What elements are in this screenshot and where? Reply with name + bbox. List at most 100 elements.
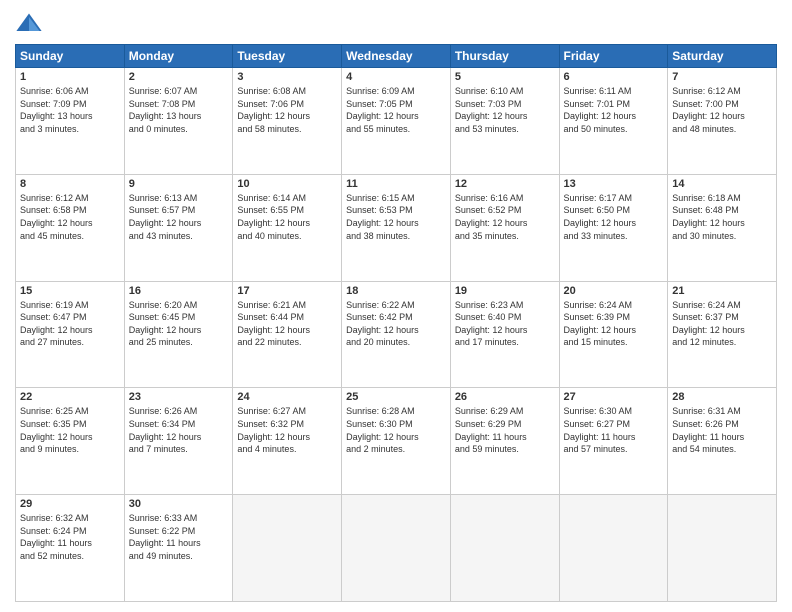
day-cell: 12 Sunrise: 6:16 AMSunset: 6:52 PMDaylig… — [450, 174, 559, 281]
day-cell: 6 Sunrise: 6:11 AMSunset: 7:01 PMDayligh… — [559, 68, 668, 175]
day-info: Sunrise: 6:25 AMSunset: 6:35 PMDaylight:… — [20, 405, 120, 455]
day-number: 12 — [455, 178, 555, 190]
day-info: Sunrise: 6:11 AMSunset: 7:01 PMDaylight:… — [564, 85, 664, 135]
day-cell: 17 Sunrise: 6:21 AMSunset: 6:44 PMDaylig… — [233, 281, 342, 388]
day-number: 4 — [346, 71, 446, 83]
day-number: 7 — [672, 71, 772, 83]
day-cell — [342, 495, 451, 602]
day-cell: 14 Sunrise: 6:18 AMSunset: 6:48 PMDaylig… — [668, 174, 777, 281]
day-number: 11 — [346, 178, 446, 190]
day-info: Sunrise: 6:23 AMSunset: 6:40 PMDaylight:… — [455, 299, 555, 349]
day-cell: 27 Sunrise: 6:30 AMSunset: 6:27 PMDaylig… — [559, 388, 668, 495]
weekday-header-thursday: Thursday — [450, 45, 559, 68]
day-info: Sunrise: 6:31 AMSunset: 6:26 PMDaylight:… — [672, 405, 772, 455]
logo-icon — [15, 10, 43, 38]
day-info: Sunrise: 6:28 AMSunset: 6:30 PMDaylight:… — [346, 405, 446, 455]
day-cell: 15 Sunrise: 6:19 AMSunset: 6:47 PMDaylig… — [16, 281, 125, 388]
day-number: 5 — [455, 71, 555, 83]
day-number: 25 — [346, 391, 446, 403]
day-cell: 30 Sunrise: 6:33 AMSunset: 6:22 PMDaylig… — [124, 495, 233, 602]
day-number: 15 — [20, 285, 120, 297]
day-info: Sunrise: 6:24 AMSunset: 6:37 PMDaylight:… — [672, 299, 772, 349]
calendar: SundayMondayTuesdayWednesdayThursdayFrid… — [15, 44, 777, 602]
week-row-1: 1 Sunrise: 6:06 AMSunset: 7:09 PMDayligh… — [16, 68, 777, 175]
day-number: 30 — [129, 498, 229, 510]
day-info: Sunrise: 6:17 AMSunset: 6:50 PMDaylight:… — [564, 192, 664, 242]
day-cell: 4 Sunrise: 6:09 AMSunset: 7:05 PMDayligh… — [342, 68, 451, 175]
day-info: Sunrise: 6:27 AMSunset: 6:32 PMDaylight:… — [237, 405, 337, 455]
day-number: 14 — [672, 178, 772, 190]
weekday-header-tuesday: Tuesday — [233, 45, 342, 68]
day-info: Sunrise: 6:12 AMSunset: 6:58 PMDaylight:… — [20, 192, 120, 242]
day-info: Sunrise: 6:24 AMSunset: 6:39 PMDaylight:… — [564, 299, 664, 349]
day-number: 2 — [129, 71, 229, 83]
day-cell: 21 Sunrise: 6:24 AMSunset: 6:37 PMDaylig… — [668, 281, 777, 388]
day-cell: 16 Sunrise: 6:20 AMSunset: 6:45 PMDaylig… — [124, 281, 233, 388]
weekday-header-monday: Monday — [124, 45, 233, 68]
day-cell: 22 Sunrise: 6:25 AMSunset: 6:35 PMDaylig… — [16, 388, 125, 495]
day-number: 20 — [564, 285, 664, 297]
day-info: Sunrise: 6:08 AMSunset: 7:06 PMDaylight:… — [237, 85, 337, 135]
day-cell: 29 Sunrise: 6:32 AMSunset: 6:24 PMDaylig… — [16, 495, 125, 602]
page: SundayMondayTuesdayWednesdayThursdayFrid… — [0, 0, 792, 612]
day-number: 9 — [129, 178, 229, 190]
day-info: Sunrise: 6:16 AMSunset: 6:52 PMDaylight:… — [455, 192, 555, 242]
day-info: Sunrise: 6:07 AMSunset: 7:08 PMDaylight:… — [129, 85, 229, 135]
day-number: 23 — [129, 391, 229, 403]
day-number: 26 — [455, 391, 555, 403]
day-cell: 20 Sunrise: 6:24 AMSunset: 6:39 PMDaylig… — [559, 281, 668, 388]
day-cell: 8 Sunrise: 6:12 AMSunset: 6:58 PMDayligh… — [16, 174, 125, 281]
day-info: Sunrise: 6:32 AMSunset: 6:24 PMDaylight:… — [20, 512, 120, 562]
day-cell: 25 Sunrise: 6:28 AMSunset: 6:30 PMDaylig… — [342, 388, 451, 495]
day-number: 13 — [564, 178, 664, 190]
day-info: Sunrise: 6:26 AMSunset: 6:34 PMDaylight:… — [129, 405, 229, 455]
day-cell — [559, 495, 668, 602]
day-info: Sunrise: 6:22 AMSunset: 6:42 PMDaylight:… — [346, 299, 446, 349]
week-row-4: 22 Sunrise: 6:25 AMSunset: 6:35 PMDaylig… — [16, 388, 777, 495]
day-number: 24 — [237, 391, 337, 403]
day-info: Sunrise: 6:15 AMSunset: 6:53 PMDaylight:… — [346, 192, 446, 242]
day-number: 3 — [237, 71, 337, 83]
day-cell: 2 Sunrise: 6:07 AMSunset: 7:08 PMDayligh… — [124, 68, 233, 175]
day-cell — [233, 495, 342, 602]
day-cell: 19 Sunrise: 6:23 AMSunset: 6:40 PMDaylig… — [450, 281, 559, 388]
weekday-header-friday: Friday — [559, 45, 668, 68]
weekday-header-wednesday: Wednesday — [342, 45, 451, 68]
day-number: 16 — [129, 285, 229, 297]
weekday-header-saturday: Saturday — [668, 45, 777, 68]
day-info: Sunrise: 6:10 AMSunset: 7:03 PMDaylight:… — [455, 85, 555, 135]
day-info: Sunrise: 6:06 AMSunset: 7:09 PMDaylight:… — [20, 85, 120, 135]
day-number: 21 — [672, 285, 772, 297]
day-info: Sunrise: 6:18 AMSunset: 6:48 PMDaylight:… — [672, 192, 772, 242]
day-number: 29 — [20, 498, 120, 510]
day-info: Sunrise: 6:20 AMSunset: 6:45 PMDaylight:… — [129, 299, 229, 349]
day-number: 6 — [564, 71, 664, 83]
day-number: 1 — [20, 71, 120, 83]
day-info: Sunrise: 6:33 AMSunset: 6:22 PMDaylight:… — [129, 512, 229, 562]
day-number: 27 — [564, 391, 664, 403]
header — [15, 10, 777, 38]
day-info: Sunrise: 6:29 AMSunset: 6:29 PMDaylight:… — [455, 405, 555, 455]
day-number: 17 — [237, 285, 337, 297]
day-cell: 9 Sunrise: 6:13 AMSunset: 6:57 PMDayligh… — [124, 174, 233, 281]
week-row-2: 8 Sunrise: 6:12 AMSunset: 6:58 PMDayligh… — [16, 174, 777, 281]
day-info: Sunrise: 6:30 AMSunset: 6:27 PMDaylight:… — [564, 405, 664, 455]
day-number: 8 — [20, 178, 120, 190]
day-info: Sunrise: 6:21 AMSunset: 6:44 PMDaylight:… — [237, 299, 337, 349]
day-cell: 10 Sunrise: 6:14 AMSunset: 6:55 PMDaylig… — [233, 174, 342, 281]
day-cell: 23 Sunrise: 6:26 AMSunset: 6:34 PMDaylig… — [124, 388, 233, 495]
logo — [15, 10, 47, 38]
day-cell: 28 Sunrise: 6:31 AMSunset: 6:26 PMDaylig… — [668, 388, 777, 495]
day-cell: 18 Sunrise: 6:22 AMSunset: 6:42 PMDaylig… — [342, 281, 451, 388]
day-cell — [450, 495, 559, 602]
day-number: 28 — [672, 391, 772, 403]
day-cell: 11 Sunrise: 6:15 AMSunset: 6:53 PMDaylig… — [342, 174, 451, 281]
day-info: Sunrise: 6:13 AMSunset: 6:57 PMDaylight:… — [129, 192, 229, 242]
day-info: Sunrise: 6:19 AMSunset: 6:47 PMDaylight:… — [20, 299, 120, 349]
day-cell: 13 Sunrise: 6:17 AMSunset: 6:50 PMDaylig… — [559, 174, 668, 281]
day-cell — [668, 495, 777, 602]
week-row-3: 15 Sunrise: 6:19 AMSunset: 6:47 PMDaylig… — [16, 281, 777, 388]
weekday-header-sunday: Sunday — [16, 45, 125, 68]
day-cell: 5 Sunrise: 6:10 AMSunset: 7:03 PMDayligh… — [450, 68, 559, 175]
day-info: Sunrise: 6:09 AMSunset: 7:05 PMDaylight:… — [346, 85, 446, 135]
